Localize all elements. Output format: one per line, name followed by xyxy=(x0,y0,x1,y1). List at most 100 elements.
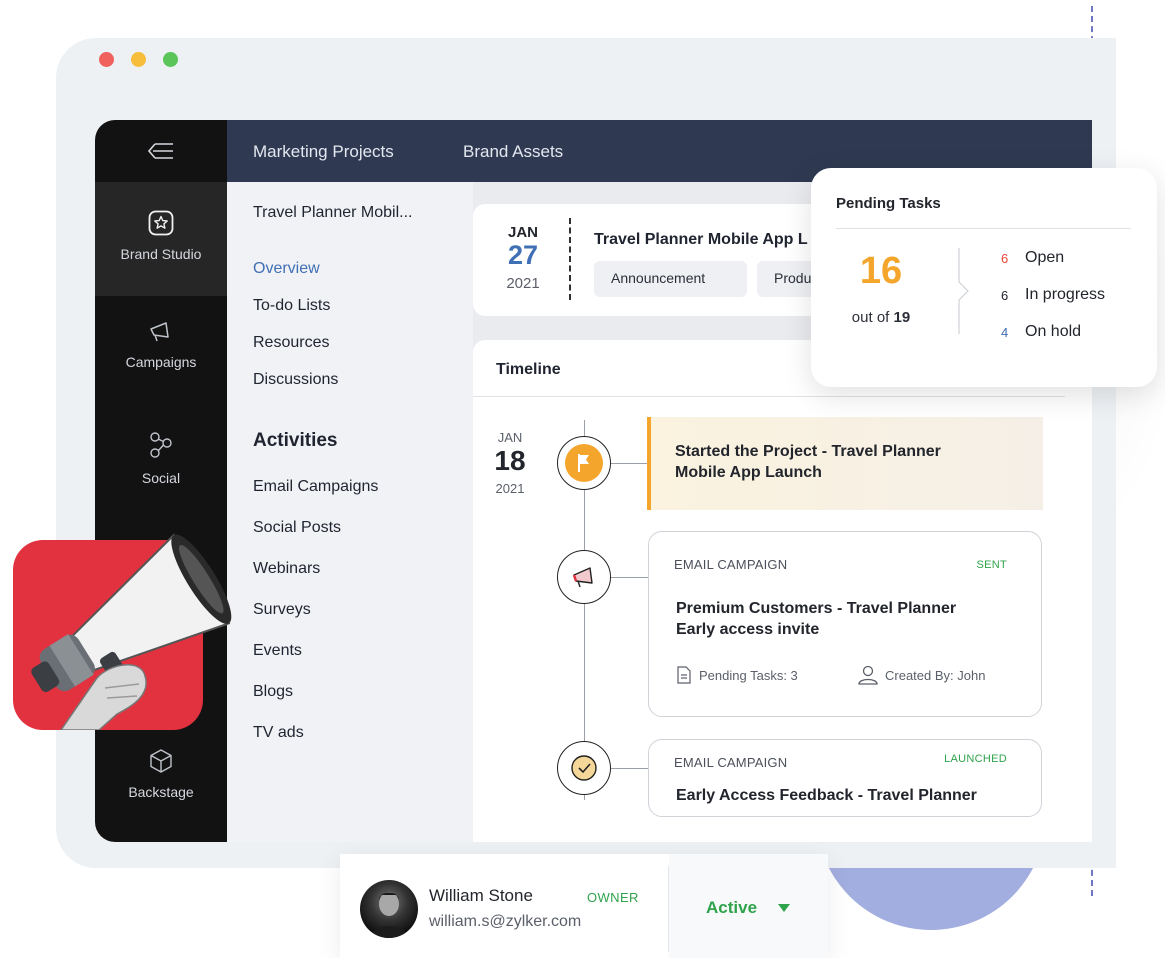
event-created-by: Created By: John xyxy=(858,665,985,685)
timeline-node-launched xyxy=(557,741,611,795)
event-status-badge: LAUNCHED xyxy=(944,753,1007,765)
tab-marketing-projects[interactable]: Marketing Projects xyxy=(253,142,394,162)
pending-count: 16 xyxy=(859,250,903,292)
megaphone-icon xyxy=(150,322,169,342)
flag-icon xyxy=(565,444,603,482)
user-icon xyxy=(858,665,878,685)
status-row-in-progress: 6 In progress xyxy=(1001,286,1105,304)
timeline-event-card[interactable]: EMAIL CAMPAIGN SENT Premium Customers - … xyxy=(648,531,1042,717)
pending-total: out of 19 xyxy=(831,309,931,326)
sidebar-item-label: Backstage xyxy=(128,784,194,800)
date-separator xyxy=(569,218,571,300)
status-count: 4 xyxy=(1001,324,1009,340)
subnav-discussions[interactable]: Discussions xyxy=(253,371,338,389)
timeline-date-day: 18 xyxy=(494,445,526,476)
subnav-blogs[interactable]: Blogs xyxy=(253,683,293,701)
subnav-overview[interactable]: Overview xyxy=(253,260,320,278)
status-label: In progress xyxy=(1025,286,1106,303)
event-title-line-2: Early access invite xyxy=(676,621,820,638)
share-network-icon xyxy=(150,432,172,458)
status-dropdown[interactable]: Active xyxy=(669,854,828,958)
megaphone-icon xyxy=(572,567,593,588)
project-date-month: JAN xyxy=(507,224,538,241)
person-silhouette-icon xyxy=(370,892,408,938)
tab-brand-assets[interactable]: Brand Assets xyxy=(463,142,563,162)
sidebar-item-campaigns[interactable]: Campaigns xyxy=(95,320,227,370)
sidebar-item-label: Social xyxy=(141,470,181,486)
timeline-event-card[interactable]: EMAIL CAMPAIGN LAUNCHED Early Access Fee… xyxy=(648,739,1042,817)
cube-icon xyxy=(150,749,172,773)
subnav-todo-lists[interactable]: To-do Lists xyxy=(253,297,330,315)
timeline-connector xyxy=(611,577,648,578)
user-card: William Stone william.s@zylker.com OWNER… xyxy=(340,854,828,958)
sidebar: Brand Studio Campaigns Social Backstage xyxy=(95,120,227,842)
status-value: Active xyxy=(706,898,758,917)
timeline-date-year: 2021 xyxy=(495,481,525,496)
user-email: william.s@zylker.com xyxy=(429,913,582,930)
subnav-email-campaigns[interactable]: Email Campaigns xyxy=(253,478,378,496)
timeline-heading: Timeline xyxy=(496,361,561,378)
event-title-line-1: Premium Customers - Travel Planner xyxy=(676,600,957,617)
timeline-node-start xyxy=(557,436,611,490)
activities-heading: Activities xyxy=(253,430,338,451)
window-minimize-dot[interactable] xyxy=(131,52,146,67)
divider xyxy=(473,396,1065,397)
status-count: 6 xyxy=(1001,287,1009,303)
sidebar-item-backstage[interactable]: Backstage xyxy=(95,748,227,800)
subnav-tv-ads[interactable]: TV ads xyxy=(253,724,304,742)
sidebar-item-social[interactable]: Social xyxy=(95,430,227,486)
total-count: 19 xyxy=(893,309,911,326)
project-date-year: 2021 xyxy=(506,275,540,292)
pending-tasks-card[interactable]: Pending Tasks 16 out of 19 6 Open 6 In p… xyxy=(811,168,1157,387)
event-pending-tasks: Pending Tasks: 3 xyxy=(676,666,798,684)
status-label: Open xyxy=(1025,249,1065,266)
project-subnav: Travel Planner Mobil... Overview To-do L… xyxy=(227,182,473,842)
chevron-divider xyxy=(958,248,969,334)
collapse-menu-button[interactable] xyxy=(95,120,227,182)
timeline-node-email xyxy=(557,550,611,604)
checkmark-circle-icon xyxy=(571,755,597,781)
project-date-day: 27 xyxy=(507,240,539,270)
timeline-started-banner[interactable]: Started the Project - Travel Planner Mob… xyxy=(647,417,1043,510)
project-name: Travel Planner Mobil... xyxy=(253,204,413,221)
status-label: On hold xyxy=(1025,323,1082,340)
timeline-connector xyxy=(611,463,648,464)
document-icon xyxy=(677,666,691,684)
megaphone-illustration xyxy=(13,533,232,730)
tag-chip[interactable]: Announcement xyxy=(594,261,747,297)
event-status-badge: SENT xyxy=(976,559,1007,571)
caret-down-icon xyxy=(778,904,790,912)
sidebar-item-brand-studio[interactable]: Brand Studio xyxy=(95,182,227,296)
started-line-2: Mobile App Launch xyxy=(675,464,822,481)
sidebar-item-label: Campaigns xyxy=(125,354,197,370)
event-kind: EMAIL CAMPAIGN xyxy=(674,557,788,572)
event-created-by-text: Created By: John xyxy=(885,667,986,683)
event-pending-text: Pending Tasks: 3 xyxy=(699,667,798,683)
window-close-dot[interactable] xyxy=(99,52,114,67)
subnav-events[interactable]: Events xyxy=(253,642,302,660)
event-kind: EMAIL CAMPAIGN xyxy=(674,755,788,770)
divider xyxy=(836,228,1131,229)
sidebar-item-label: Brand Studio xyxy=(120,246,202,262)
role-badge: OWNER xyxy=(587,890,639,905)
divider xyxy=(668,866,669,952)
timeline-date-month: JAN xyxy=(497,430,523,445)
project-title: Travel Planner Mobile App L xyxy=(594,231,808,248)
timeline-card: Timeline JAN 18 2021 Started the Project… xyxy=(473,340,1092,842)
status-count: 6 xyxy=(1001,250,1009,266)
subnav-webinars[interactable]: Webinars xyxy=(253,560,320,578)
star-badge-icon xyxy=(148,210,174,236)
menu-collapse-icon xyxy=(148,143,173,159)
subnav-surveys[interactable]: Surveys xyxy=(253,601,311,619)
user-name: William Stone xyxy=(429,886,533,905)
status-row-open: 6 Open xyxy=(1001,249,1064,267)
avatar[interactable] xyxy=(360,880,418,938)
pending-tasks-title: Pending Tasks xyxy=(836,195,941,212)
window-maximize-dot[interactable] xyxy=(163,52,178,67)
out-of-label: out of xyxy=(851,309,890,326)
started-line-1: Started the Project - Travel Planner xyxy=(675,443,941,460)
subnav-social-posts[interactable]: Social Posts xyxy=(253,519,341,537)
status-row-on-hold: 4 On hold xyxy=(1001,323,1081,341)
timeline-date: JAN 18 2021 xyxy=(493,430,527,496)
subnav-resources[interactable]: Resources xyxy=(253,334,329,352)
